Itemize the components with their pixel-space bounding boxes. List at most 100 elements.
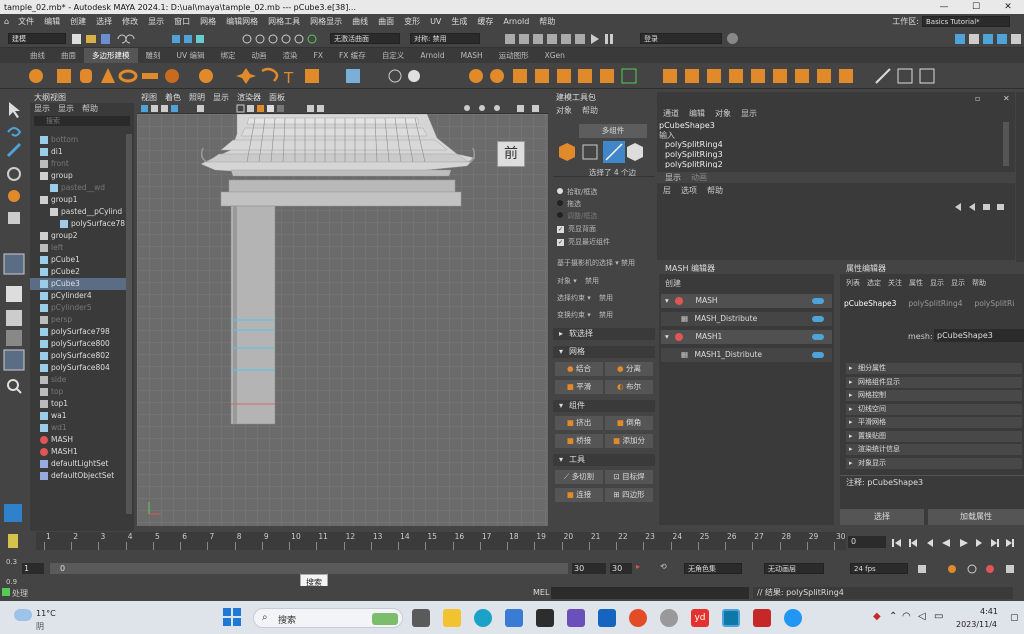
- shelf-tab-surfaces[interactable]: 曲面: [53, 48, 84, 63]
- outliner-row[interactable]: MASH: [30, 434, 126, 446]
- shelf-tab-arnold[interactable]: Arnold: [412, 48, 452, 63]
- range-start-field[interactable]: 1: [22, 563, 44, 574]
- view-cube[interactable]: 前: [497, 141, 525, 167]
- outliner-row[interactable]: wa1: [30, 410, 126, 422]
- outliner-row[interactable]: top1: [30, 398, 126, 410]
- outliner-row[interactable]: wd1: [30, 422, 126, 434]
- attr-section[interactable]: ▸ 平滑网格: [846, 417, 1022, 428]
- channel-menu-edit[interactable]: 编辑: [689, 108, 705, 119]
- bevel-button[interactable]: ■ 倒角: [605, 416, 653, 430]
- timeline[interactable]: 1 2 3 4 5 6 7 8 9 10 11 12 13 14 15 16 17 18 19 20 21 22 23 24 2…: [36, 532, 846, 550]
- app-icon-blue[interactable]: [784, 609, 802, 627]
- camera-based-row[interactable]: 基于摄影机的选择 ▾ 禁用: [553, 257, 655, 269]
- menu-create[interactable]: 创建: [65, 16, 91, 27]
- mash-network-row[interactable]: ▾ MASH1: [661, 330, 832, 344]
- live-surface-field[interactable]: 无激活曲面: [330, 33, 400, 44]
- keyframe-icon[interactable]: ▸: [636, 562, 640, 571]
- outliner-scrollbar[interactable]: [126, 134, 132, 514]
- weather-icon[interactable]: [14, 609, 32, 621]
- taskbar-time[interactable]: 4:41: [980, 607, 998, 616]
- layer-tab-display[interactable]: 显示: [665, 172, 681, 183]
- close-button[interactable]: ✕: [992, 2, 1024, 12]
- radio-pick[interactable]: 拾取/框选: [553, 186, 655, 198]
- menu-deform[interactable]: 变形: [399, 16, 425, 27]
- multi-component-button[interactable]: 多组件: [579, 124, 647, 138]
- bridge-button[interactable]: ■ 桥接: [555, 434, 603, 448]
- symmetry-dropdown[interactable]: 对称: 禁用: [410, 33, 480, 44]
- outliner-row[interactable]: group: [30, 170, 126, 182]
- outliner-row[interactable]: pCube1: [30, 254, 126, 266]
- extrude-button[interactable]: ■ 挤出: [555, 416, 603, 430]
- menu-help[interactable]: 帮助: [534, 16, 560, 27]
- app-icon-red[interactable]: [629, 609, 647, 627]
- panel-float-icon[interactable]: ▫: [975, 94, 980, 103]
- outliner-row[interactable]: left: [30, 242, 126, 254]
- outliner-row[interactable]: defaultLightSet: [30, 458, 126, 470]
- menu-mesh-tools[interactable]: 网格工具: [263, 16, 305, 27]
- outliner-menu-show[interactable]: 显示: [58, 103, 74, 114]
- attr-section[interactable]: ▸ 网格组件显示: [846, 376, 1022, 388]
- outliner-row[interactable]: polySurface78: [30, 218, 126, 230]
- add-divisions-button[interactable]: ■ 添加分: [605, 434, 653, 448]
- menu-modify[interactable]: 修改: [117, 16, 143, 27]
- app-icon-powerpoint[interactable]: [753, 609, 771, 627]
- menu-mesh-display[interactable]: 网格显示: [305, 16, 347, 27]
- outliner-menu-display[interactable]: 显示: [34, 103, 50, 114]
- mash-create-menu[interactable]: 创建: [665, 278, 681, 289]
- range-end-inner-field[interactable]: 30: [572, 563, 606, 574]
- anim-layer-dropdown[interactable]: 无动画层: [764, 563, 824, 574]
- volume-icon[interactable]: ◁: [918, 611, 926, 622]
- mel-input[interactable]: [551, 587, 749, 599]
- menu-set-dropdown[interactable]: 建模: [8, 33, 66, 44]
- login-dropdown[interactable]: 登录: [640, 33, 722, 44]
- fps-dropdown[interactable]: 24 fps: [850, 563, 908, 574]
- outlook-icon[interactable]: [598, 609, 616, 627]
- checkbox-nearest[interactable]: ✓ 亮显最近组件: [553, 236, 655, 248]
- attr-section[interactable]: ▸ 置换贴图: [846, 430, 1022, 442]
- layer-menu-layers[interactable]: 层: [663, 185, 671, 196]
- viewport-menu-lighting[interactable]: 照明: [189, 92, 205, 103]
- attr-menu-help[interactable]: 帮助: [972, 278, 986, 288]
- outliner-row[interactable]: polySurface798: [30, 326, 126, 338]
- attr-tab-shape[interactable]: pCubeShape3: [844, 299, 896, 308]
- toolkit-menu-object[interactable]: 对象: [556, 105, 572, 116]
- menu-edit[interactable]: 编辑: [39, 16, 65, 27]
- select-constraint-row[interactable]: 选择约束 ▾ 禁用: [553, 292, 655, 304]
- shelf-tab-animation[interactable]: 动画: [244, 48, 275, 63]
- character-set-dropdown[interactable]: 无角色集: [684, 563, 742, 574]
- wifi-icon[interactable]: ◠: [902, 611, 911, 622]
- attr-menu-focus[interactable]: 关注: [888, 278, 902, 288]
- outliner-row[interactable]: pasted__pCylind: [30, 206, 126, 218]
- range-end-field[interactable]: 30: [610, 563, 632, 574]
- menu-file[interactable]: 文件: [13, 16, 39, 27]
- outliner-row[interactable]: front: [30, 158, 126, 170]
- mash-toggle[interactable]: [812, 352, 824, 358]
- range-slider[interactable]: 0: [50, 563, 568, 574]
- windows-start-icon[interactable]: [223, 608, 241, 626]
- outliner-row[interactable]: top: [30, 386, 126, 398]
- menu-uv[interactable]: UV: [425, 17, 446, 26]
- attr-menu-attributes[interactable]: 属性: [909, 278, 923, 288]
- radio-drag[interactable]: 拖选: [553, 198, 655, 210]
- attr-menu-display[interactable]: 显示: [951, 278, 965, 288]
- outliner-row[interactable]: defaultObjectSet: [30, 470, 126, 482]
- quad-draw-button[interactable]: ⊞ 四边形: [605, 488, 653, 502]
- attr-tab-split-ring4[interactable]: polySplitRing4: [908, 299, 962, 308]
- attr-section[interactable]: ▸ 对象显示: [846, 457, 1022, 469]
- shelf-tab-custom[interactable]: 自定义: [374, 48, 413, 63]
- menu-cache[interactable]: 缓存: [472, 16, 498, 27]
- layer-tab-animation[interactable]: 动画: [691, 172, 707, 183]
- autokey-icon[interactable]: ⟲: [660, 562, 667, 571]
- outliner-row[interactable]: persp: [30, 314, 126, 326]
- outliner-search-input[interactable]: 搜索: [34, 116, 130, 126]
- menu-arnold[interactable]: Arnold: [498, 17, 534, 26]
- attr-load-button[interactable]: 加载属性: [928, 509, 1024, 525]
- outliner-row[interactable]: pCylinder5: [30, 302, 126, 314]
- channel-scrollbar[interactable]: [1003, 122, 1009, 166]
- outliner-row[interactable]: MASH1: [30, 446, 126, 458]
- task-view-icon[interactable]: [412, 609, 430, 627]
- outliner-row[interactable]: pCube2: [30, 266, 126, 278]
- file-explorer-icon[interactable]: [443, 609, 461, 627]
- current-frame-field[interactable]: 0: [848, 536, 886, 548]
- outliner-row[interactable]: bottom: [30, 134, 126, 146]
